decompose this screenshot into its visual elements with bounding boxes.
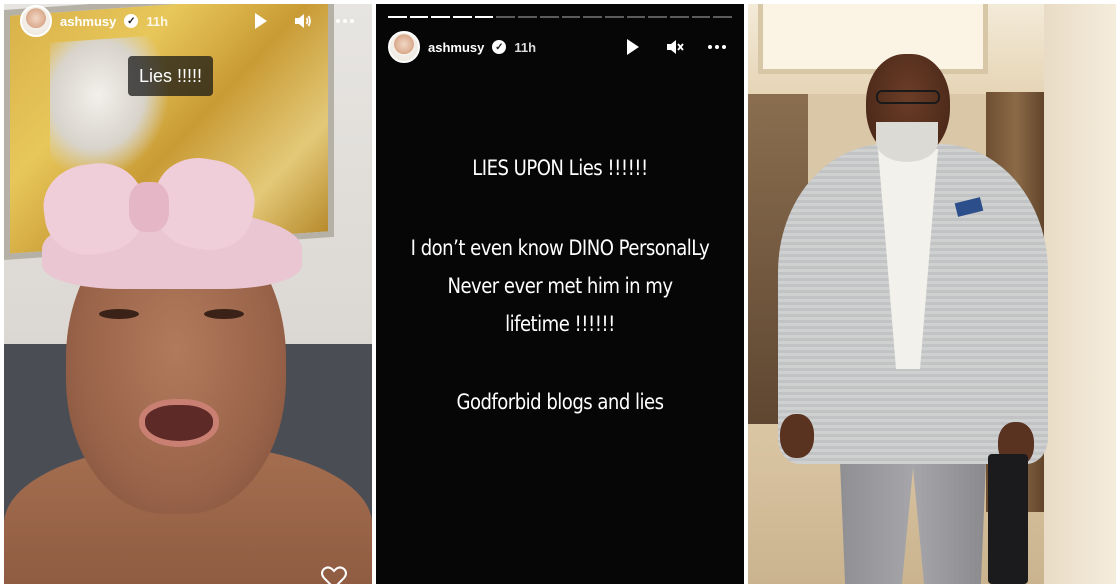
- black-folder-bag: [988, 454, 1028, 584]
- heart-icon[interactable]: [320, 564, 348, 584]
- mouth: [139, 399, 219, 447]
- more-dots-icon: [336, 19, 354, 23]
- speaker-muted-icon: [667, 40, 684, 54]
- story-panel-middle[interactable]: ashmusy ✓ 11h LIES UPON Lies !!!!!! I do…: [376, 4, 744, 584]
- hand-left: [780, 414, 814, 458]
- verified-badge-icon: ✓: [492, 40, 507, 54]
- play-icon: [627, 39, 639, 55]
- story-progress-bar: [388, 16, 732, 19]
- avatar[interactable]: [388, 31, 420, 63]
- sound-button[interactable]: [286, 7, 320, 35]
- progress-segment: [431, 16, 451, 18]
- sound-button[interactable]: [658, 33, 692, 61]
- story-text-line-4: lifetime !!!!!!: [505, 312, 615, 336]
- story-panel-left[interactable]: ashmusy ✓ 11h Lies !!!!!: [4, 4, 372, 584]
- speaker-on-icon: [295, 14, 311, 28]
- more-dots-icon: [708, 45, 726, 49]
- story-text-line-3: Never ever met him in my: [447, 274, 673, 298]
- ceiling-recess-light: [758, 4, 988, 74]
- post-time: 11h: [514, 39, 537, 55]
- wall-right: [1044, 4, 1116, 584]
- play-icon: [255, 13, 267, 29]
- progress-segment: [453, 16, 472, 18]
- eyeglasses: [876, 90, 940, 104]
- play-button[interactable]: [244, 7, 278, 35]
- progress-segment: [561, 16, 581, 18]
- eye-left: [99, 309, 139, 319]
- verified-badge-icon: ✓: [124, 14, 139, 28]
- story-header: ashmusy ✓ 11h: [4, 4, 372, 38]
- progress-segment: [604, 16, 624, 18]
- story-text-line-2: I don’t even know DINO PersonalLy: [410, 236, 710, 260]
- progress-segment: [409, 16, 429, 18]
- more-button[interactable]: [700, 33, 734, 61]
- play-button[interactable]: [616, 33, 650, 61]
- avatar[interactable]: [20, 5, 52, 37]
- headband-bow-knot: [129, 182, 169, 232]
- progress-segment: [388, 16, 407, 18]
- more-button[interactable]: [328, 7, 362, 35]
- username[interactable]: ashmusy: [60, 14, 116, 29]
- post-time: 11h: [146, 13, 169, 29]
- progress-segment: [669, 16, 689, 18]
- username[interactable]: ashmusy: [428, 40, 484, 55]
- progress-segment: [539, 16, 559, 18]
- progress-segment: [713, 16, 732, 18]
- text-sticker: Lies !!!!!: [128, 56, 213, 96]
- story-text-line-1: LIES UPON Lies !!!!!!: [472, 156, 648, 180]
- progress-segment: [626, 16, 646, 18]
- progress-segment: [518, 16, 537, 18]
- photo-panel-right: [748, 4, 1116, 584]
- grey-beard: [876, 122, 938, 162]
- progress-segment: [691, 16, 711, 18]
- progress-segment: [474, 16, 494, 18]
- eye-right: [204, 309, 244, 319]
- story-header: ashmusy ✓ 11h: [376, 30, 744, 64]
- progress-segment: [583, 16, 602, 18]
- progress-segment: [648, 16, 667, 18]
- story-text-line-5: Godforbid blogs and lies: [456, 390, 664, 414]
- progress-segment: [496, 16, 516, 18]
